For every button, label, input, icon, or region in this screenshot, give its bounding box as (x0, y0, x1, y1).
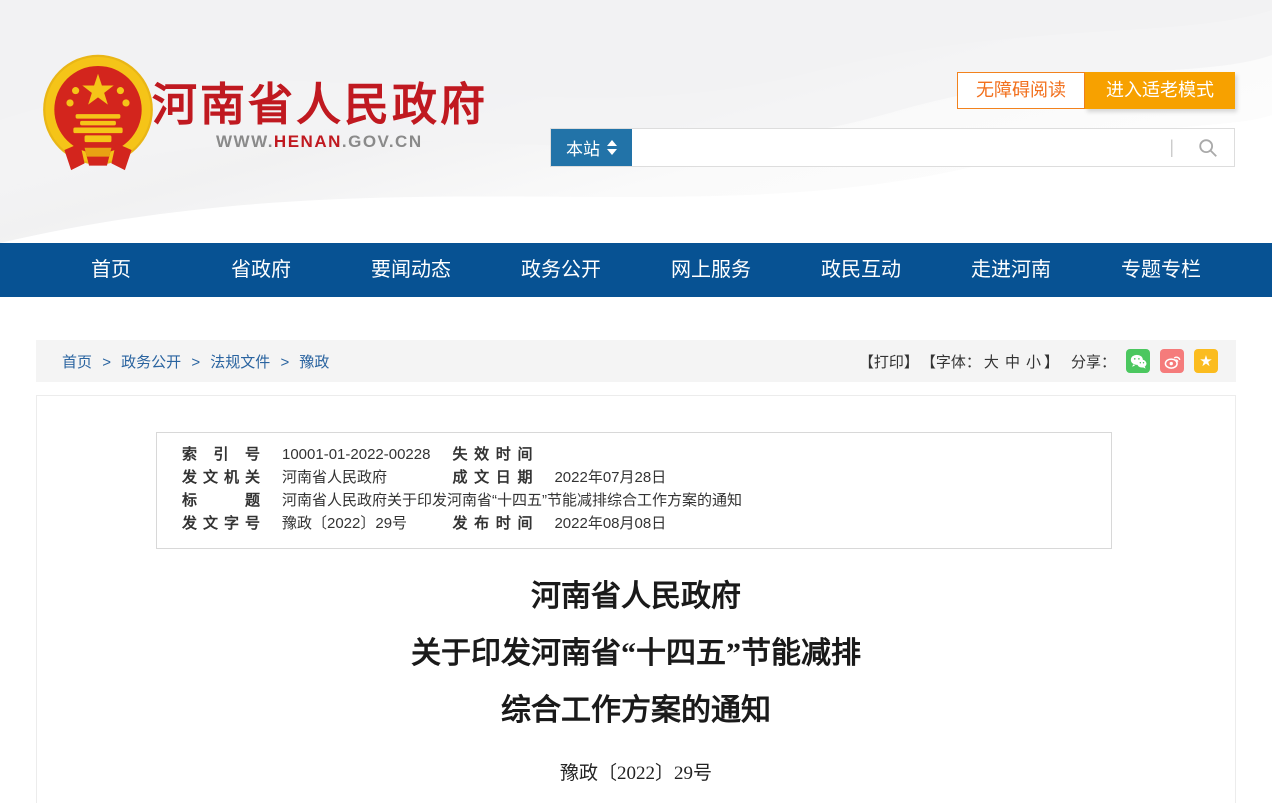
font-size-prefix: 【字体： (921, 354, 981, 371)
site-url: WWW.HENAN.GOV.CN (216, 132, 423, 152)
header-buttons: 无障碍阅读 进入适老模式 (957, 72, 1235, 109)
elder-mode-button[interactable]: 进入适老模式 (1085, 72, 1235, 109)
meta-docno-label: 发文字号 (182, 513, 260, 535)
nav-item-provincial-gov[interactable]: 省政府 (186, 243, 336, 297)
meta-written-label: 成文日期 (452, 467, 532, 489)
nav-item-interaction[interactable]: 政民互动 (786, 243, 936, 297)
site-url-prefix: WWW. (216, 132, 274, 151)
nav-item-special-topics[interactable]: 专题专栏 (1086, 243, 1236, 297)
search-icon (1197, 137, 1219, 159)
breadcrumb-bar: 首页 > 政务公开 > 法规文件 > 豫政 【打印】 【字体：大中小】 分享： (36, 340, 1236, 382)
breadcrumb-gov-disclosure[interactable]: 政务公开 (121, 354, 181, 371)
wechat-share-button[interactable] (1126, 349, 1150, 373)
page: 河南省人民政府 WWW.HENAN.GOV.CN 无障碍阅读 进入适老模式 本站… (0, 0, 1272, 803)
site-title: 河南省人民政府 (152, 68, 488, 133)
weibo-share-button[interactable] (1160, 349, 1184, 373)
document-card: 索引号 10001-01-2022-00228 失效时间 发文机关 河南省人民政… (36, 395, 1236, 803)
search-scope-label: 本站 (566, 135, 600, 160)
share-icons: ★ (1126, 349, 1218, 373)
font-size-control: 【字体：大中小】 (921, 351, 1059, 372)
meta-publish-value: 2022年08月08日 (554, 513, 1086, 535)
page-toolbar: 【打印】 【字体：大中小】 分享： (859, 349, 1218, 373)
breadcrumb-home[interactable]: 首页 (62, 354, 92, 371)
breadcrumb-separator: > (102, 354, 111, 371)
meta-written-value: 2022年07月28日 (554, 467, 1086, 489)
document-number: 豫政〔2022〕29号 (37, 758, 1235, 785)
favorite-star-icon: ★ (1199, 354, 1212, 369)
sort-arrows-icon (607, 140, 617, 155)
site-url-highlight: HENAN (274, 132, 342, 151)
breadcrumb-separator: > (191, 354, 200, 371)
nav-item-news[interactable]: 要闻动态 (336, 243, 486, 297)
meta-title-value: 河南省人民政府关于印发河南省“十四五”节能减排综合工作方案的通知 (282, 490, 1086, 512)
document-title-line: 关于印发河南省“十四五”节能减排 (37, 625, 1235, 682)
font-size-medium-button[interactable]: 中 (1005, 354, 1020, 371)
breadcrumb-separator: > (280, 354, 289, 371)
print-button[interactable]: 【打印】 (859, 351, 919, 372)
accessibility-button[interactable]: 无障碍阅读 (957, 72, 1085, 109)
document-title-line: 河南省人民政府 (37, 568, 1235, 625)
share-label: 分享： (1071, 351, 1116, 372)
meta-org-label: 发文机关 (182, 467, 260, 489)
breadcrumb: 首页 > 政务公开 > 法规文件 > 豫政 (62, 351, 329, 372)
document-meta-table: 索引号 10001-01-2022-00228 失效时间 发文机关 河南省人民政… (156, 432, 1112, 549)
meta-docno-value: 豫政〔2022〕29号 (282, 513, 430, 535)
document-title-line: 综合工作方案的通知 (37, 682, 1235, 739)
document-title: 河南省人民政府 关于印发河南省“十四五”节能减排 综合工作方案的通知 (37, 568, 1235, 739)
weibo-icon (1164, 354, 1181, 369)
main-nav: 首页 省政府 要闻动态 政务公开 网上服务 政民互动 走进河南 专题专栏 (0, 243, 1272, 297)
nav-item-online-services[interactable]: 网上服务 (636, 243, 786, 297)
nav-item-gov-disclosure[interactable]: 政务公开 (486, 243, 636, 297)
meta-title-label: 标题 (182, 490, 260, 512)
national-emblem-logo (42, 53, 154, 173)
font-size-suffix: 】 (1044, 354, 1059, 371)
nav-item-home[interactable]: 首页 (36, 243, 186, 297)
breadcrumb-regulations[interactable]: 法规文件 (210, 354, 270, 371)
nav-item-about-henan[interactable]: 走进河南 (936, 243, 1086, 297)
meta-org-value: 河南省人民政府 (282, 467, 430, 489)
search-input[interactable] (632, 129, 1161, 166)
site-header: 河南省人民政府 WWW.HENAN.GOV.CN 无障碍阅读 进入适老模式 本站… (0, 0, 1272, 243)
font-size-large-button[interactable]: 大 (984, 354, 999, 371)
breadcrumb-yuzheng[interactable]: 豫政 (299, 354, 329, 371)
search-bar: 本站 | (550, 128, 1235, 167)
meta-expire-value (554, 444, 1086, 466)
favorite-star-button[interactable]: ★ (1194, 349, 1218, 373)
font-size-small-button[interactable]: 小 (1026, 354, 1041, 371)
search-separator: | (1161, 137, 1182, 158)
wechat-icon (1130, 354, 1147, 369)
search-button[interactable] (1182, 129, 1234, 166)
search-scope-dropdown[interactable]: 本站 (551, 129, 632, 166)
meta-index-label: 索引号 (182, 444, 260, 466)
site-url-suffix: .GOV.CN (342, 132, 423, 151)
meta-index-value: 10001-01-2022-00228 (282, 444, 430, 466)
meta-publish-label: 发布时间 (452, 513, 532, 535)
meta-expire-label: 失效时间 (452, 444, 532, 466)
